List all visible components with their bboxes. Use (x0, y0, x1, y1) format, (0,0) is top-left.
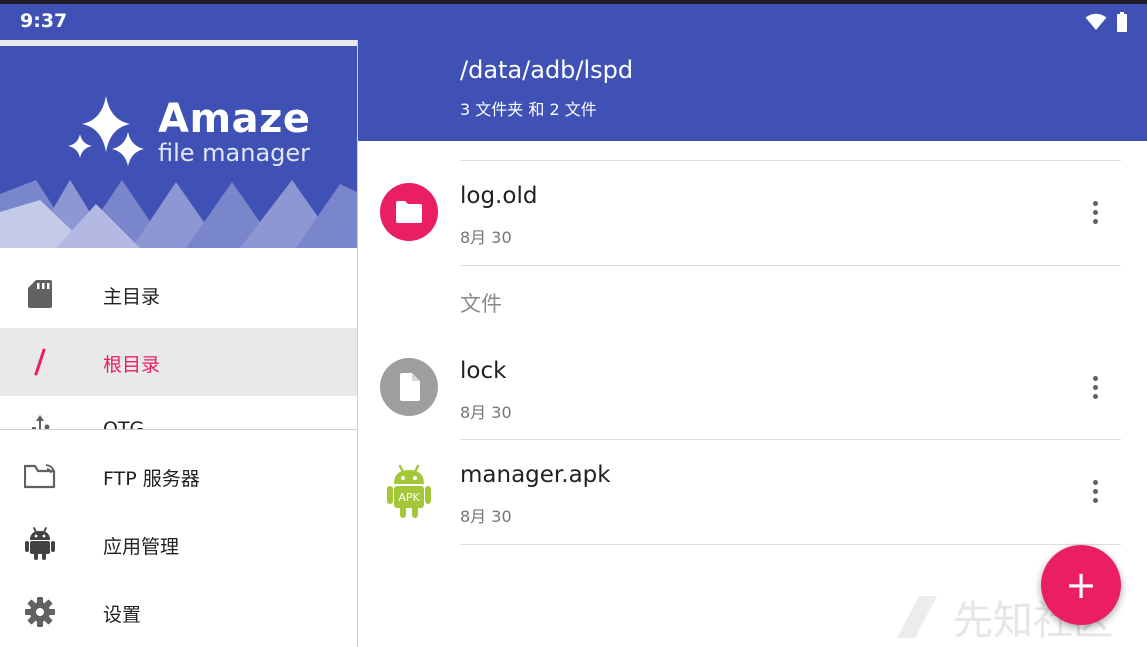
brand-subtitle: file manager (158, 139, 311, 167)
folder-icon (380, 183, 438, 241)
ftp-folder-icon (24, 460, 56, 492)
navigation-drawer: Amaze file manager 主目录 根目录 OTG FTP 服务器 应… (0, 40, 358, 647)
app-bar: /data/adb/lspd 3 文件夹 和 2 文件 (358, 40, 1147, 141)
current-path: /data/adb/lspd (460, 56, 634, 84)
amaze-logo-icon (68, 96, 144, 166)
drawer-item-settings[interactable]: 设置 (0, 578, 357, 646)
item-name: lock (460, 358, 507, 384)
status-time: 9:37 (20, 10, 68, 32)
drawer-item-label: OTG (103, 418, 145, 429)
item-date: 8月 30 (460, 228, 512, 247)
drawer-item-label: 设置 (103, 604, 142, 626)
item-date: 8月 30 (460, 403, 512, 422)
brand-name: Amaze (158, 96, 311, 142)
root-slash-icon (24, 346, 56, 378)
list-item-file[interactable]: lock 8月 30 (358, 336, 1147, 440)
sd-card-icon (24, 278, 56, 310)
drawer-item-label: 主目录 (103, 286, 161, 308)
overflow-menu-icon[interactable] (1083, 474, 1107, 508)
drawer-item-otg[interactable]: OTG (0, 396, 357, 429)
apk-badge: APK (398, 491, 420, 504)
gear-icon (24, 596, 56, 628)
drawer-item-label: 根目录 (103, 354, 161, 376)
list-divider (460, 544, 1121, 545)
drawer-item-ftp-server[interactable]: FTP 服务器 (0, 442, 357, 510)
android-icon (24, 527, 56, 560)
list-item-file[interactable]: APK manager.apk 8月 30 (358, 440, 1147, 544)
folder-summary: 3 文件夹 和 2 文件 (460, 100, 597, 119)
drawer-item-root[interactable]: 根目录 (0, 328, 357, 396)
file-list: log.old 8月 30 文件 lock 8月 30 APK manager.… (358, 141, 1147, 647)
apk-android-icon: APK (380, 462, 438, 520)
battery-icon (1117, 12, 1127, 32)
add-fab-button[interactable]: + (1041, 545, 1121, 625)
status-bar: 9:37 (0, 0, 1147, 40)
item-name: log.old (460, 183, 538, 209)
drawer-divider (0, 429, 357, 430)
header-mountains (0, 180, 357, 248)
drawer-item-home[interactable]: 主目录 (0, 260, 357, 328)
drawer-item-label: FTP 服务器 (103, 468, 200, 490)
section-header-files: 文件 (460, 292, 502, 316)
item-name: manager.apk (460, 462, 611, 488)
list-item-folder[interactable]: log.old 8月 30 (358, 161, 1147, 265)
drawer-item-app-manager[interactable]: 应用管理 (0, 510, 357, 578)
file-icon (380, 358, 438, 416)
status-icons (1085, 12, 1127, 32)
list-divider (460, 265, 1121, 266)
overflow-menu-icon[interactable] (1083, 195, 1107, 229)
drawer-header: Amaze file manager (0, 40, 357, 248)
item-date: 8月 30 (460, 507, 512, 526)
usb-icon (24, 414, 56, 429)
wifi-icon (1085, 13, 1107, 30)
overflow-menu-icon[interactable] (1083, 370, 1107, 404)
drawer-item-label: 应用管理 (103, 536, 180, 558)
